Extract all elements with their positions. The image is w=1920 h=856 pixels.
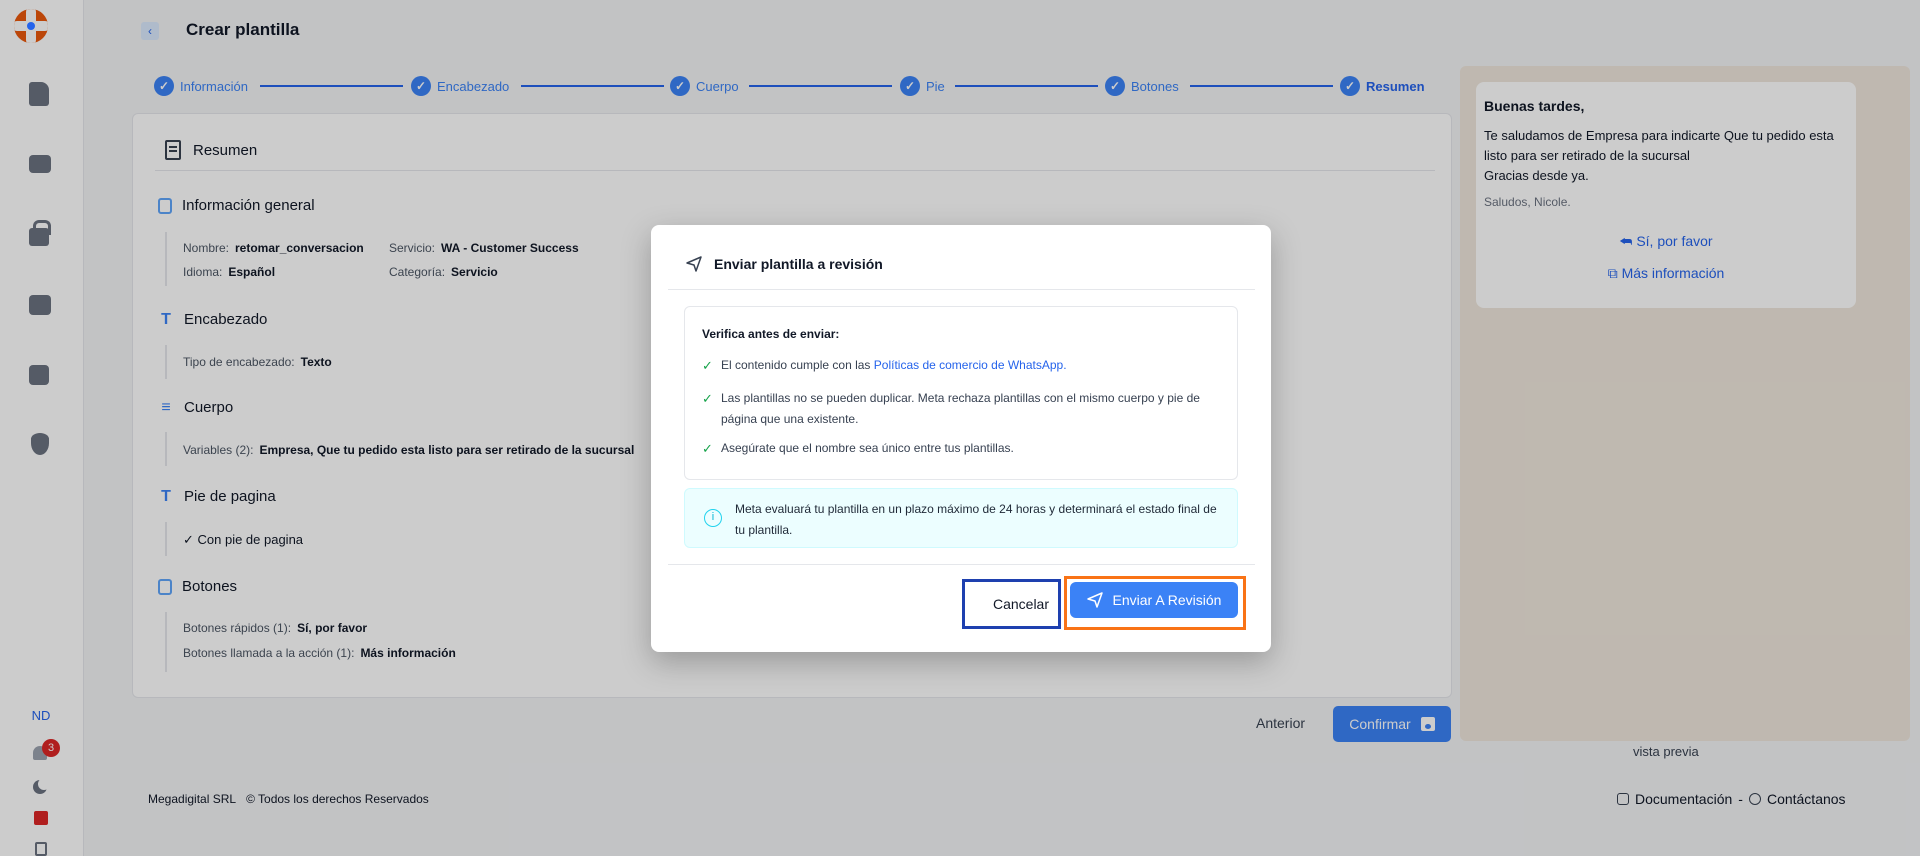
submit-review-button[interactable]: Enviar A Revisión bbox=[1070, 582, 1238, 618]
check-icon: ✓ bbox=[702, 391, 713, 406]
check-icon: ✓ bbox=[702, 441, 713, 456]
divider bbox=[668, 289, 1255, 290]
verify-item: ✓ El contenido cumple con las Políticas d… bbox=[702, 355, 1227, 376]
verify-item: ✓ Las plantillas no se pueden duplicar. M… bbox=[702, 388, 1227, 430]
check-icon: ✓ bbox=[702, 358, 713, 373]
send-icon bbox=[686, 256, 702, 272]
send-icon bbox=[1086, 592, 1103, 608]
info-icon: i bbox=[704, 509, 722, 527]
info-text: Meta evaluará tu plantilla en un plazo m… bbox=[735, 502, 1217, 537]
verify-title: Verifica antes de enviar: bbox=[702, 327, 840, 341]
modal-title: Enviar plantilla a revisión bbox=[686, 256, 883, 272]
cancel-button[interactable]: Cancelar bbox=[962, 579, 1061, 629]
verify-item: ✓ Asegúrate que el nombre sea único entre… bbox=[702, 438, 1227, 459]
whatsapp-policies-link[interactable]: Políticas de comercio de WhatsApp. bbox=[874, 358, 1067, 372]
divider bbox=[668, 564, 1255, 565]
